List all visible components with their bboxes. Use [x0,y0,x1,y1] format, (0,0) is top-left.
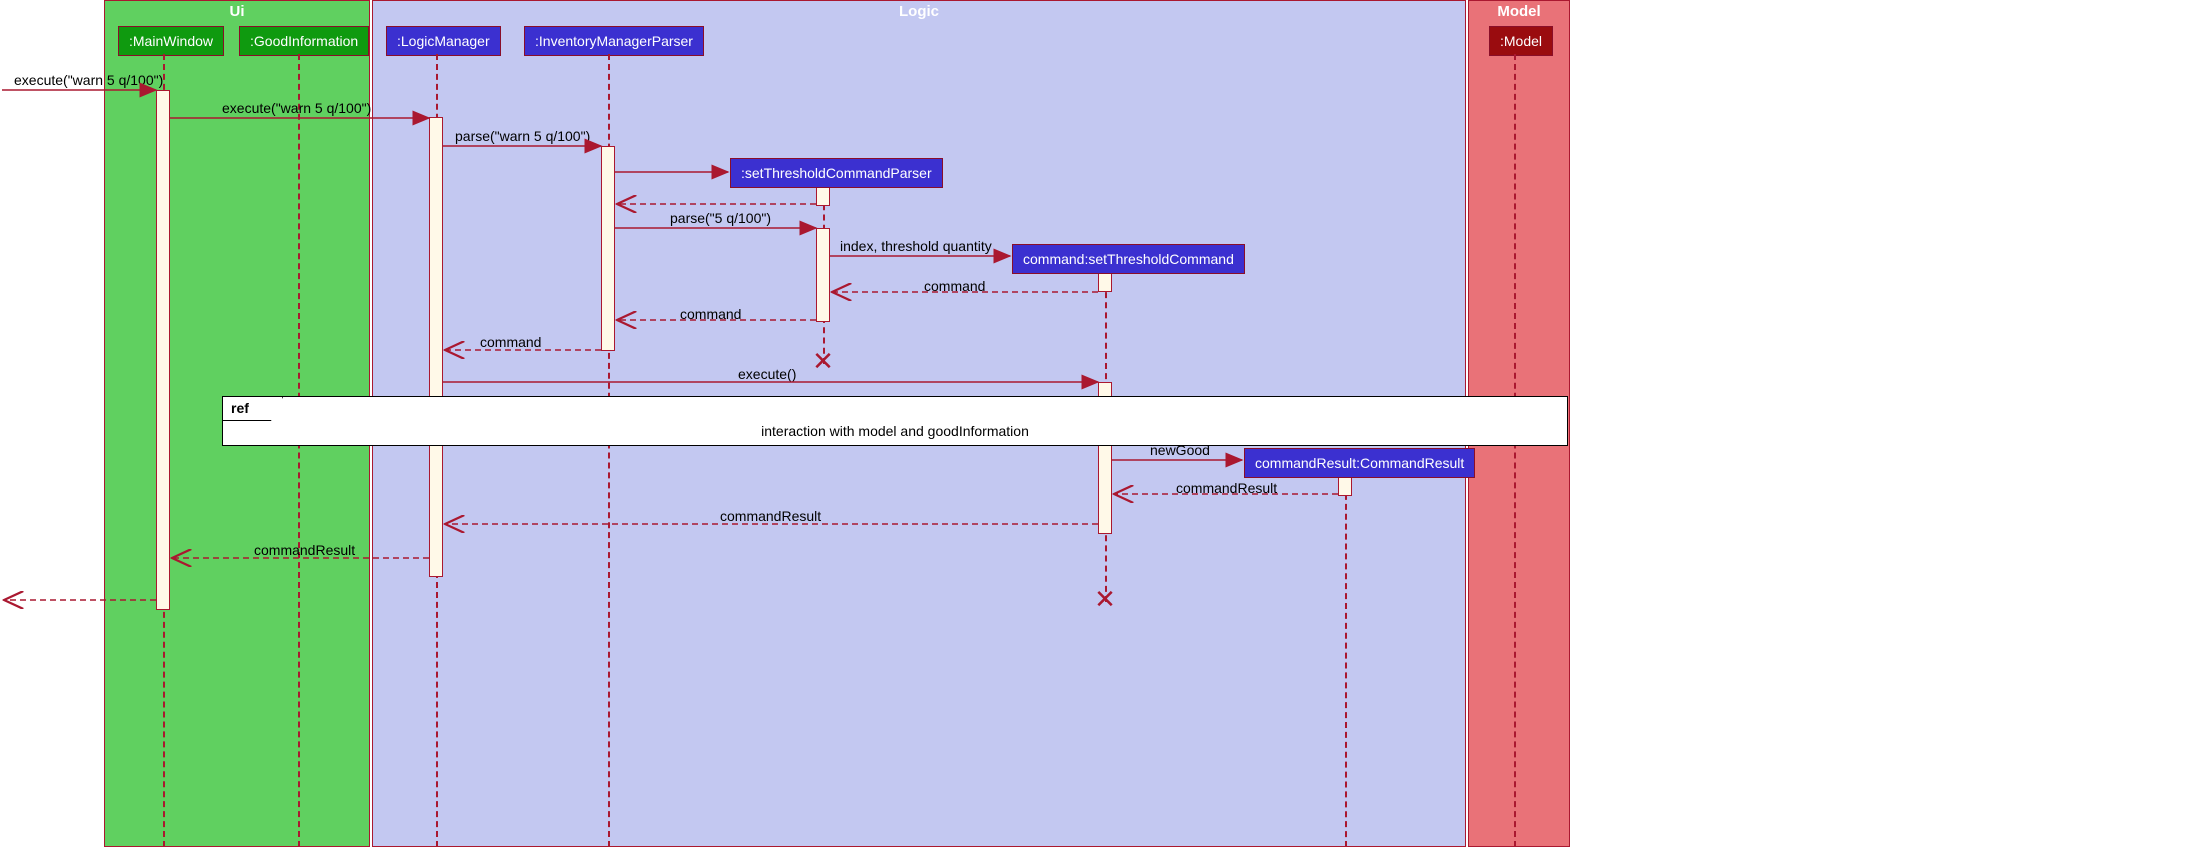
arrows-layer [0,0,2187,847]
